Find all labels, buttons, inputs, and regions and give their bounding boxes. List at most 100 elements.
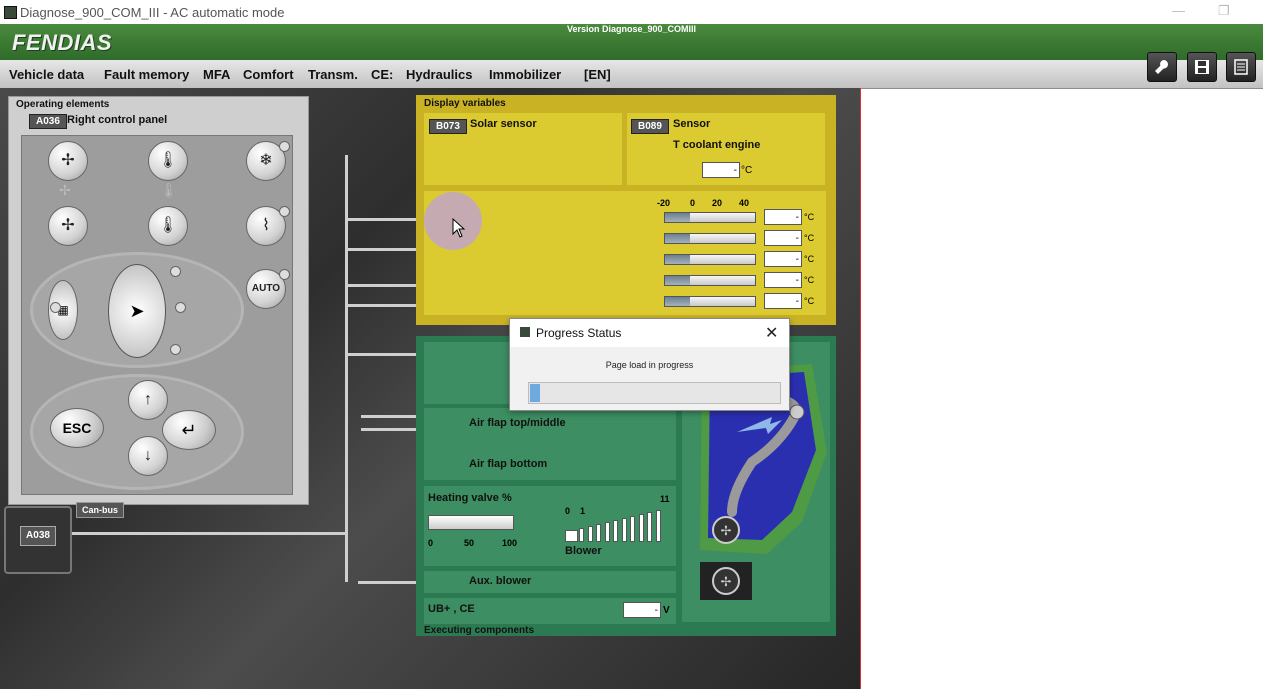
temperature-unit: °C — [804, 233, 815, 243]
menu-comfort[interactable]: Comfort — [243, 67, 294, 82]
list-icon[interactable] — [1226, 52, 1256, 82]
temperature-bar-fill — [665, 297, 690, 306]
temperature-box: -20 0 20 40 - °C - °C - °C - °C - °C — [424, 191, 826, 315]
menu-language[interactable]: [EN] — [584, 67, 611, 82]
temperature-unit: °C — [804, 275, 815, 285]
display-variables-title: Display variables — [424, 98, 506, 109]
bus-line-canbus — [70, 532, 348, 535]
menu-vehicle-data[interactable]: Vehicle data — [9, 67, 84, 82]
scale-label: -20 — [657, 198, 671, 208]
blower-step — [630, 516, 635, 542]
air-flap-top-label: Air flap top/middle — [469, 417, 566, 429]
progress-bar — [528, 382, 781, 404]
blower-step — [604, 522, 610, 542]
wrench-icon[interactable] — [1147, 52, 1177, 82]
ub-ce-box: UB+ , CE - V — [424, 598, 676, 624]
temperature-value: - — [764, 209, 802, 225]
arrow-up-icon[interactable]: ↑ — [128, 380, 168, 420]
temperature-bar-fill — [665, 213, 690, 222]
mouse-cursor-icon — [452, 218, 466, 238]
solar-badge: B073 — [429, 119, 467, 134]
aux-blower-box: Aux. blower — [424, 571, 676, 593]
blower-step — [638, 514, 644, 542]
module-label: A038 — [20, 526, 56, 546]
blower-step — [613, 520, 618, 542]
app-icon — [4, 6, 17, 19]
menu-fault-memory[interactable]: Fault memory — [104, 67, 189, 82]
window-title-bar: Diagnose_900_COM_III - AC automatic mode… — [0, 0, 1263, 24]
indicator-knob — [170, 266, 181, 277]
menu-immobilizer[interactable]: Immobilizer — [489, 67, 561, 82]
indicator-knob — [279, 269, 290, 280]
air-direction-selector[interactable]: ➤ — [108, 264, 166, 358]
temperature-value: - — [764, 230, 802, 246]
svg-text:✢: ✢ — [721, 524, 732, 539]
close-icon[interactable]: ✕ — [765, 323, 778, 343]
heating-valve-fill — [429, 516, 513, 529]
operating-elements-title: Operating elements — [16, 99, 110, 110]
temperature-unit: °C — [804, 212, 815, 222]
menu-bar: Vehicle data Fault memory MFA Comfort Tr… — [0, 60, 1263, 89]
save-icon[interactable] — [1187, 52, 1217, 82]
temperature-value: - — [764, 293, 802, 309]
executing-components-title: Executing components — [424, 625, 535, 636]
blower-step — [596, 524, 601, 542]
blower-max: 11 — [660, 494, 670, 504]
aux-blower-label: Aux. blower — [469, 575, 532, 587]
hv-scale-50: 50 — [464, 538, 475, 548]
temperature-bar — [664, 296, 756, 307]
arrow-down-icon[interactable]: ↓ — [128, 436, 168, 476]
temperature-bar — [664, 275, 756, 286]
fan-icon[interactable]: ✢ — [48, 141, 88, 181]
indicator-knob — [279, 206, 290, 217]
svg-text:✢: ✢ — [721, 575, 732, 590]
hv-scale-100: 100 — [502, 538, 518, 548]
temperature-bar-fill — [665, 234, 690, 243]
temperature-bar — [664, 212, 756, 223]
indicator-knob — [175, 302, 186, 313]
blower-step — [647, 512, 652, 542]
version-label: Version Diagnose_900_COMIII — [566, 24, 697, 34]
blower-step — [587, 526, 593, 542]
module-a038[interactable]: A038 — [4, 506, 72, 574]
thermometer-ghost-icon: 🌡 — [160, 182, 178, 198]
operating-elements-panel: Operating elements A036 Right control pa… — [8, 96, 309, 505]
restore-button[interactable]: ❐ — [1218, 3, 1230, 19]
minimize-button[interactable]: — — [1172, 3, 1185, 18]
ub-ce-value: - — [623, 602, 661, 618]
temperature-bar — [664, 254, 756, 265]
sensor-label: Sensor — [673, 118, 711, 130]
ub-ce-label: UB+ , CE — [428, 603, 475, 615]
temperature-bar-fill — [665, 276, 690, 285]
blower-one: 1 — [580, 506, 586, 516]
blower-step — [655, 510, 661, 542]
air-flap-bottom-label: Air flap bottom — [469, 458, 548, 470]
progress-status-dialog: Progress Status ✕ Page load in progress — [509, 318, 790, 411]
temperature-unit: °C — [804, 254, 815, 264]
thermometer-icon[interactable]: 🌡 — [148, 141, 188, 181]
fan-small-icon[interactable]: ✢ — [48, 206, 88, 246]
enter-icon[interactable]: ↵ — [162, 410, 216, 450]
progress-fill — [530, 384, 541, 402]
heating-blower-box: Heating valve % 0 50 100 0 1 11 Blower — [424, 486, 676, 566]
temperature-value: - — [764, 251, 802, 267]
coolant-unit: °C — [741, 165, 753, 176]
scale-label: 40 — [739, 198, 750, 208]
app-header: FENDIAS Version Diagnose_900_COMIII — [0, 24, 1263, 60]
menu-mfa[interactable]: MFA — [203, 67, 230, 82]
sensor-sublabel: T coolant engine — [673, 139, 761, 151]
menu-hydraulics[interactable]: Hydraulics — [406, 67, 472, 82]
esc-button[interactable]: ESC — [50, 408, 104, 448]
blower-min: 0 — [565, 506, 571, 516]
temperature-bar — [664, 233, 756, 244]
menu-ce[interactable]: CE: — [371, 67, 393, 82]
coolant-sensor-box: B089 Sensor T coolant engine - °C — [627, 113, 825, 185]
heating-valve-bar — [428, 515, 514, 530]
window-title: Diagnose_900_COM_III - AC automatic mode — [20, 5, 285, 20]
temperature-unit: °C — [804, 296, 815, 306]
panel-name: Right control panel — [67, 114, 168, 126]
menu-transm[interactable]: Transm. — [308, 67, 358, 82]
thermometer-small-icon[interactable]: 🌡 — [148, 206, 188, 246]
indicator-knob — [279, 141, 290, 152]
scale-label: 0 — [690, 198, 696, 208]
